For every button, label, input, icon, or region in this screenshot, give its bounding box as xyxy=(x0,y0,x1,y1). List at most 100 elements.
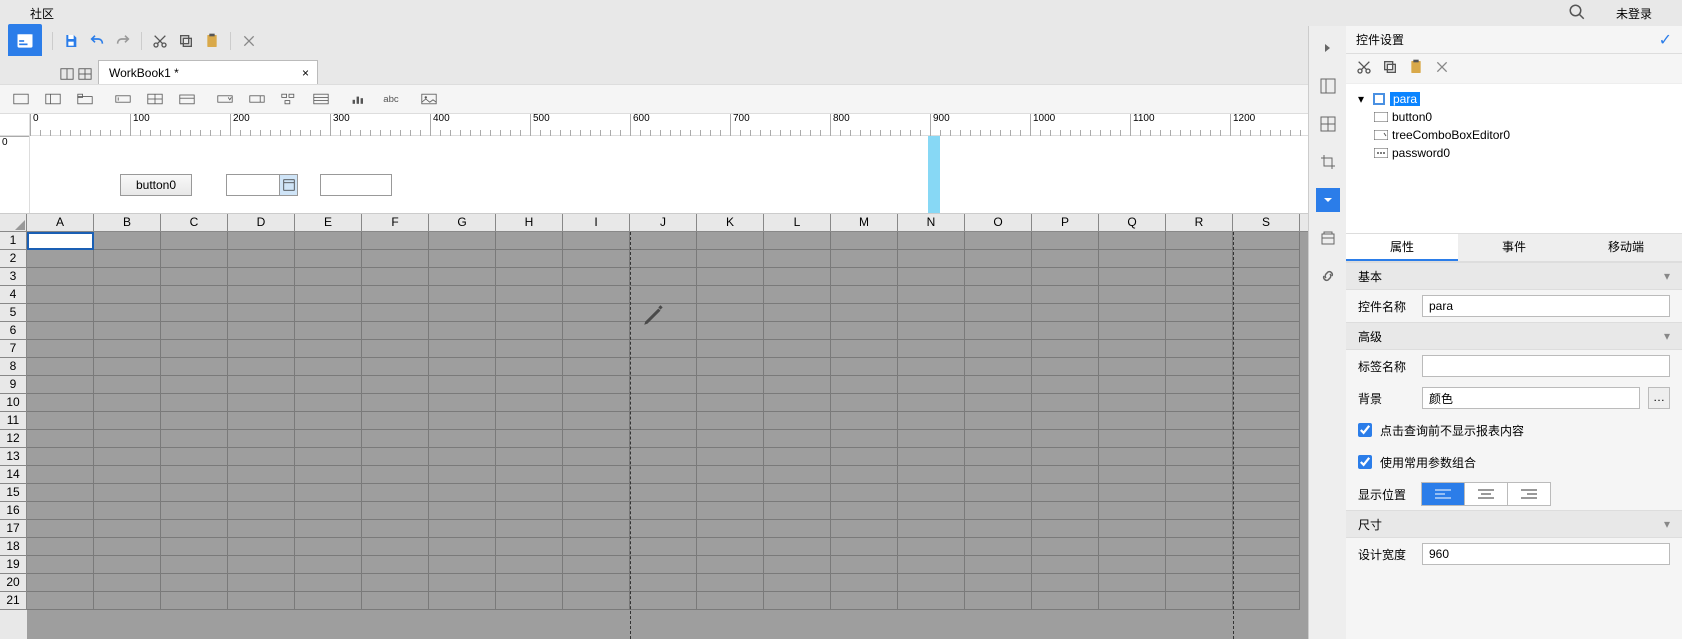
align-right-button[interactable] xyxy=(1507,482,1551,506)
tree-expand-icon[interactable]: ▾ xyxy=(1354,92,1368,106)
paste-button[interactable] xyxy=(200,29,224,53)
row-header[interactable]: 6 xyxy=(0,322,27,340)
widget-grid-icon[interactable] xyxy=(142,87,168,111)
row-header[interactable]: 3 xyxy=(0,268,27,286)
widget-text-icon[interactable]: abc xyxy=(378,87,404,111)
delete-button[interactable] xyxy=(237,29,261,53)
widget-input-icon[interactable] xyxy=(110,87,136,111)
sidestrip-grid-icon[interactable] xyxy=(1316,112,1340,136)
input-background[interactable] xyxy=(1422,387,1640,409)
row-header[interactable]: 16 xyxy=(0,502,27,520)
col-header[interactable]: N xyxy=(898,214,965,231)
widget-button-icon[interactable] xyxy=(8,87,34,111)
combo-dropdown-icon[interactable] xyxy=(279,175,297,195)
col-header[interactable]: R xyxy=(1166,214,1233,231)
workbook-tab[interactable]: WorkBook1 * × xyxy=(98,60,318,84)
sidestrip-collapse-icon[interactable] xyxy=(1316,36,1340,60)
col-header[interactable]: I xyxy=(563,214,630,231)
row-header[interactable]: 5 xyxy=(0,304,27,322)
align-left-button[interactable] xyxy=(1421,482,1465,506)
sidestrip-layout-icon[interactable] xyxy=(1316,74,1340,98)
col-header[interactable]: D xyxy=(228,214,295,231)
sidestrip-settings-icon[interactable] xyxy=(1316,188,1340,212)
widget-list-icon[interactable] xyxy=(308,87,334,111)
selected-cell[interactable] xyxy=(27,232,94,250)
panel-paste-icon[interactable] xyxy=(1408,59,1424,78)
row-header[interactable]: 4 xyxy=(0,286,27,304)
sidestrip-crop-icon[interactable] xyxy=(1316,150,1340,174)
col-header[interactable]: F xyxy=(362,214,429,231)
panel-confirm-icon[interactable]: ✓ xyxy=(1659,30,1672,50)
copy-button[interactable] xyxy=(174,29,198,53)
col-header[interactable]: J xyxy=(630,214,697,231)
community-label[interactable]: 社区 xyxy=(10,5,54,22)
widget-chart-icon[interactable] xyxy=(346,87,372,111)
widget-tree-icon[interactable] xyxy=(276,87,302,111)
tab-mobile[interactable]: 移动端 xyxy=(1570,234,1682,261)
tab-attributes[interactable]: 属性 xyxy=(1346,234,1458,261)
input-control-name[interactable] xyxy=(1422,295,1670,317)
widget-tab-icon[interactable] xyxy=(72,87,98,111)
row-header[interactable]: 20 xyxy=(0,574,27,592)
col-header[interactable]: G xyxy=(429,214,496,231)
col-header[interactable]: E xyxy=(295,214,362,231)
design-canvas[interactable]: button0 xyxy=(30,136,1345,213)
col-header[interactable]: L xyxy=(764,214,831,231)
col-header[interactable]: S xyxy=(1233,214,1300,231)
col-header[interactable]: K xyxy=(697,214,764,231)
tree-item-password[interactable]: password0 xyxy=(1354,144,1674,162)
col-header[interactable]: H xyxy=(496,214,563,231)
row-header[interactable]: 10 xyxy=(0,394,27,412)
row-header[interactable]: 13 xyxy=(0,448,27,466)
tree-item-treecombo[interactable]: treeComboBoxEditor0 xyxy=(1354,126,1674,144)
spreadsheet-grid[interactable] xyxy=(27,232,1331,639)
col-header[interactable]: M xyxy=(831,214,898,231)
background-more-button[interactable]: … xyxy=(1648,387,1670,409)
section-basic[interactable]: 基本 ▾ xyxy=(1346,262,1682,290)
sidestrip-link-icon[interactable] xyxy=(1316,264,1340,288)
row-header[interactable]: 19 xyxy=(0,556,27,574)
col-header[interactable]: B xyxy=(94,214,161,231)
panel-copy-icon[interactable] xyxy=(1382,59,1398,78)
row-header[interactable]: 21 xyxy=(0,592,27,610)
input-tag-name[interactable] xyxy=(1422,355,1670,377)
row-header[interactable]: 7 xyxy=(0,340,27,358)
row-header[interactable]: 18 xyxy=(0,538,27,556)
canvas-password-widget[interactable] xyxy=(320,174,392,196)
widget-combo-icon[interactable] xyxy=(212,87,238,111)
tree-item-button0[interactable]: button0 xyxy=(1354,108,1674,126)
panel-cut-icon[interactable] xyxy=(1356,59,1372,78)
align-center-button[interactable] xyxy=(1464,482,1508,506)
row-header[interactable]: 14 xyxy=(0,466,27,484)
widget-calendar-icon[interactable] xyxy=(174,87,200,111)
search-icon[interactable] xyxy=(1568,3,1586,24)
row-header[interactable]: 15 xyxy=(0,484,27,502)
input-design-width[interactable] xyxy=(1422,543,1670,565)
col-header[interactable]: A xyxy=(27,214,94,231)
undo-button[interactable] xyxy=(85,29,109,53)
save-button[interactable] xyxy=(59,29,83,53)
panel-delete-icon[interactable] xyxy=(1434,59,1450,78)
redo-button[interactable] xyxy=(111,29,135,53)
sidestrip-layers-icon[interactable] xyxy=(1316,226,1340,250)
row-header[interactable]: 9 xyxy=(0,376,27,394)
widget-image-icon[interactable] xyxy=(416,87,442,111)
col-header[interactable]: Q xyxy=(1099,214,1166,231)
row-header[interactable]: 12 xyxy=(0,430,27,448)
canvas-button-widget[interactable]: button0 xyxy=(120,174,192,196)
row-header[interactable]: 1 xyxy=(0,232,27,250)
col-header[interactable]: P xyxy=(1032,214,1099,231)
window-grid-icon[interactable] xyxy=(78,67,92,84)
row-header[interactable]: 2 xyxy=(0,250,27,268)
section-advanced[interactable]: 高级 ▾ xyxy=(1346,322,1682,350)
col-header[interactable]: O xyxy=(965,214,1032,231)
col-header[interactable]: C xyxy=(161,214,228,231)
checkbox-common-params[interactable] xyxy=(1358,455,1372,469)
cut-button[interactable] xyxy=(148,29,172,53)
section-size[interactable]: 尺寸 ▾ xyxy=(1346,510,1682,538)
login-status[interactable]: 未登录 xyxy=(1616,5,1652,22)
component-tree[interactable]: ▾ para button0 treeComboBoxEditor0 passw… xyxy=(1346,84,1682,234)
widget-number-icon[interactable] xyxy=(244,87,270,111)
row-header[interactable]: 11 xyxy=(0,412,27,430)
select-all-corner[interactable] xyxy=(0,214,27,231)
